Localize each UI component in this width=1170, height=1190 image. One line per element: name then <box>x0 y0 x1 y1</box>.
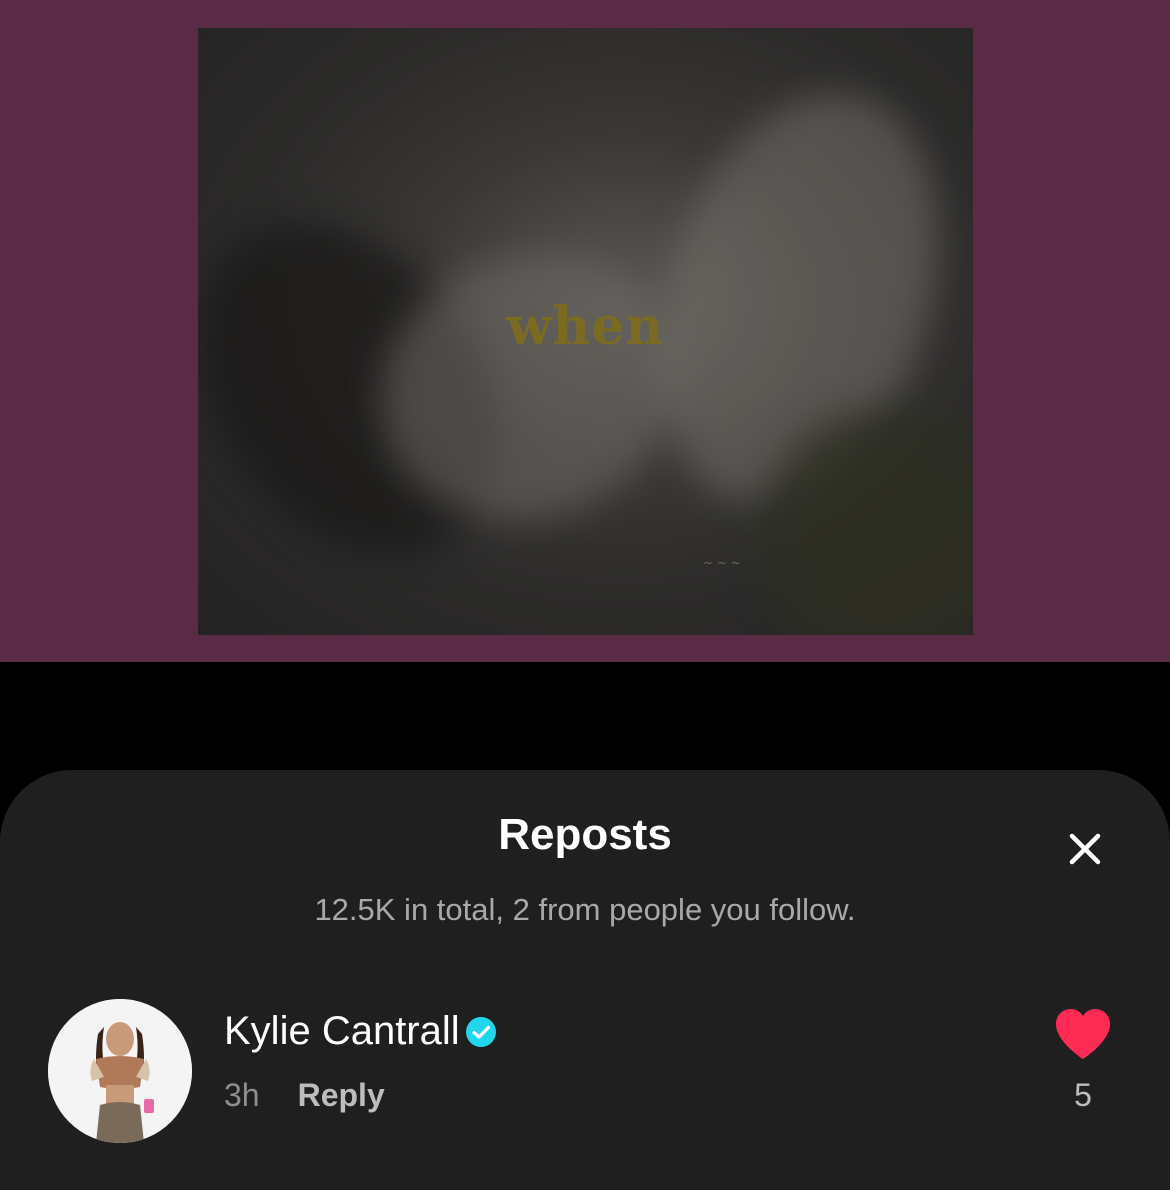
comment-meta: 3h Reply <box>224 1077 385 1114</box>
video-watermark: ~ ~ ~ <box>703 556 741 570</box>
heart-icon <box>1056 1009 1110 1059</box>
avatar-image <box>48 999 192 1143</box>
video-caption: when <box>506 296 665 357</box>
timestamp: 3h <box>224 1077 260 1113</box>
sheet-title: Reposts <box>498 810 672 859</box>
username[interactable]: Kylie Cantrall <box>224 1009 460 1054</box>
video-frame: when ~ ~ ~ <box>198 28 973 635</box>
close-button[interactable] <box>1062 826 1108 872</box>
sheet-subtitle: 12.5K in total, 2 from people you follow… <box>314 892 856 927</box>
reposts-sheet: Reposts 12.5K in total, 2 from people yo… <box>0 770 1170 1190</box>
close-icon <box>1069 833 1101 865</box>
list-item[interactable]: Kylie Cantrall 3h Reply 5 <box>0 995 1170 1145</box>
reply-button[interactable]: Reply <box>298 1077 385 1114</box>
like-count: 5 <box>1074 1077 1092 1113</box>
avatar[interactable] <box>48 999 192 1143</box>
verified-badge-icon <box>465 1016 496 1047</box>
like-button[interactable] <box>1054 1007 1112 1061</box>
video-player[interactable]: when ~ ~ ~ <box>0 0 1170 662</box>
username-line: Kylie Cantrall <box>224 1009 498 1054</box>
